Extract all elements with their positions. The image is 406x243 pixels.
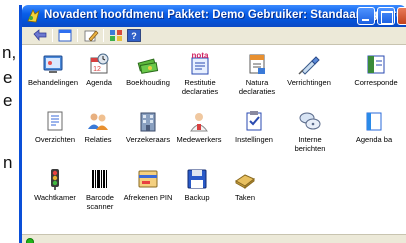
menu-item-label: Interne berichten (294, 135, 326, 153)
menu-item-label: Corresponde (354, 78, 398, 87)
building-icon (140, 112, 156, 132)
menu-item-restitutie[interactable]: nota Restitutie declaraties (169, 52, 231, 96)
background-text: e (3, 68, 13, 87)
main-window: Novadent hoofdmenu Pakket: Demo Gebruike… (19, 5, 406, 243)
menu-item-label: Medewerkers (176, 135, 222, 144)
menu-item-label: Instellingen (235, 135, 273, 144)
tasks-icon (235, 174, 255, 190)
menu-item-label: Taken (234, 193, 255, 202)
menu-item-verrichtingen[interactable]: Verrichtingen (278, 52, 340, 88)
menu-item-agenda-ba[interactable]: Agenda ba (343, 109, 405, 145)
menu-item-instellingen[interactable]: Instellingen (223, 109, 285, 145)
menu-item-correspondentie[interactable]: Corresponde (345, 52, 406, 88)
people-icon (88, 113, 108, 130)
help-icon[interactable]: ? (126, 28, 142, 43)
barcode-icon (92, 170, 107, 188)
menu-item-interne-berichten[interactable]: Interne berichten (279, 109, 341, 153)
menu-item-label: Agenda ba (355, 135, 393, 144)
checklist-icon (246, 111, 262, 131)
menu-item-label: Verrichtingen (287, 78, 331, 87)
svg-text:?: ? (131, 31, 137, 41)
agenda-book-icon (366, 112, 382, 131)
background-text: n (3, 153, 13, 172)
nota-icon: nota (191, 52, 209, 75)
menu-item-label: Restitutie declaraties (181, 78, 219, 96)
green-status-icon (26, 238, 34, 243)
traffic-light-icon (51, 169, 59, 190)
background-text: e (3, 91, 13, 110)
window-icon[interactable] (57, 28, 73, 43)
title-bar[interactable]: Novadent hoofdmenu Pakket: Demo Gebruike… (22, 5, 406, 27)
app-icon (27, 9, 40, 23)
maximize-button[interactable] (377, 7, 395, 25)
money-icon (137, 58, 159, 74)
syringe-icon (298, 56, 320, 75)
svg-text:nota: nota (192, 52, 209, 60)
background-text: n, (2, 43, 17, 62)
document-icon (249, 54, 265, 74)
status-bar (22, 234, 406, 243)
menu-item-taken[interactable]: Taken (214, 167, 276, 203)
edit-icon[interactable] (83, 28, 99, 43)
svg-text:12: 12 (93, 66, 101, 73)
close-button[interactable] (397, 7, 406, 25)
window-title: Novadent hoofdmenu Pakket: Demo Gebruike… (44, 9, 406, 21)
grid-icon[interactable] (108, 28, 124, 43)
messages-icon (299, 112, 321, 130)
floppy-icon (187, 169, 207, 189)
menu-item-medewerkers[interactable]: Medewerkers (168, 109, 230, 145)
report-icon (47, 111, 63, 131)
pin-terminal-icon (138, 170, 158, 188)
menu-grid: Behandelingen 12 Agenda Boekhouding nota… (22, 46, 406, 234)
treatment-icon (43, 55, 63, 73)
calendar-icon: 12 (90, 53, 109, 74)
back-icon[interactable] (32, 28, 48, 43)
toolbar: ? (22, 27, 406, 45)
letter-icon (367, 55, 385, 74)
staff-icon (190, 113, 208, 132)
minimize-button[interactable] (357, 7, 375, 25)
